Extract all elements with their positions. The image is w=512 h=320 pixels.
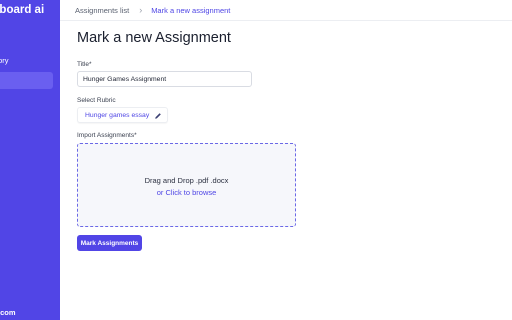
file-dropzone[interactable]: Drag and Drop .pdf .docx or Click to bro… — [77, 143, 296, 227]
rubric-label: Select Rubric — [77, 97, 116, 104]
breadcrumb-current[interactable]: Mark a new assignment — [151, 6, 230, 15]
dropzone-text: Drag and Drop .pdf .docx — [144, 176, 229, 185]
mark-assignments-button[interactable]: Mark Assignments — [77, 235, 142, 251]
main-content: Assignments list › Mark a new assignment… — [60, 0, 512, 320]
page-title: Mark a new Assignment — [77, 30, 231, 46]
rubric-selector[interactable]: Hunger games essay — [77, 107, 168, 123]
title-label: Title* — [77, 61, 92, 68]
import-label: Import Assignments* — [77, 132, 137, 139]
breadcrumb-separator: › — [139, 5, 143, 15]
sidebar-footer: .com — [0, 308, 16, 317]
pencil-icon[interactable] — [154, 112, 162, 120]
sidebar: shboard ai s tory .com — [0, 0, 60, 320]
breadcrumb: Assignments list › Mark a new assignment — [60, 0, 512, 21]
sidebar-item-2[interactable]: tory — [0, 56, 9, 65]
title-input[interactable] — [77, 71, 252, 87]
sidebar-item-active[interactable] — [0, 72, 53, 89]
breadcrumb-assignments-list[interactable]: Assignments list — [75, 6, 129, 15]
browse-link[interactable]: or Click to browse — [78, 188, 295, 197]
rubric-value: Hunger games essay — [85, 111, 150, 119]
brand-logo-text: shboard ai — [0, 4, 45, 16]
